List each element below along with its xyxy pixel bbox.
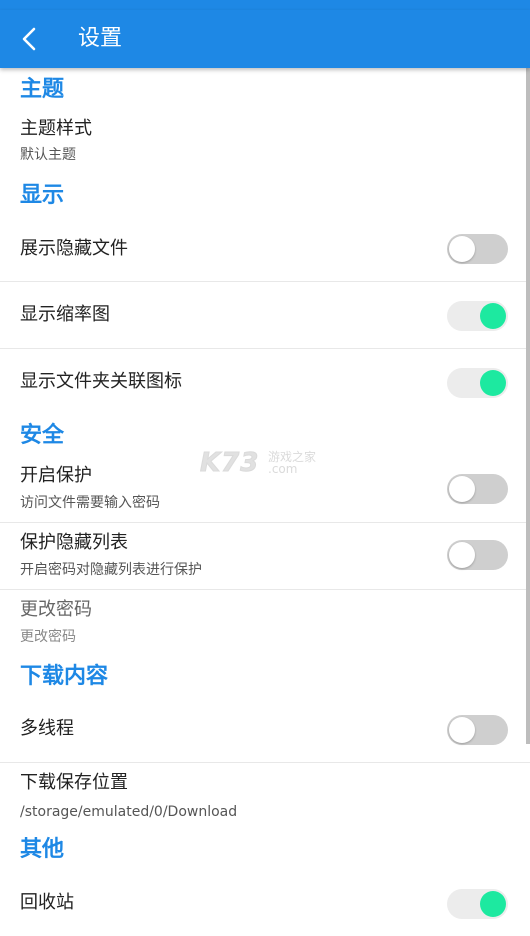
toggle-knob: [449, 236, 475, 262]
folder-icons-label: 显示文件夹关联图标: [20, 371, 182, 392]
protect-hidden-list-label: 保护隐藏列表: [20, 532, 128, 553]
section-title-other: 其他: [20, 837, 65, 862]
change-password-desc: 更改密码: [20, 629, 76, 645]
settings-list: 主题 主题样式 默认主题 显示 展示隐藏文件 显示缩率图 显示文件夹关联图标 安…: [0, 68, 530, 925]
scrollbar[interactable]: [526, 68, 530, 744]
download-location-label: 下载保存位置: [20, 772, 128, 793]
download-location-item[interactable]: 下载保存位置 /storage/emulated/0/Download: [0, 763, 530, 829]
recycle-bin-label: 回收站: [20, 892, 74, 913]
toggle-knob: [449, 476, 475, 502]
change-password-label: 更改密码: [20, 599, 92, 620]
thumbnails-label: 显示缩率图: [20, 304, 110, 325]
protect-hidden-list-desc: 开启密码对隐藏列表进行保护: [20, 562, 202, 578]
toggle-knob: [480, 370, 506, 396]
show-hidden-files-label: 展示隐藏文件: [20, 238, 128, 259]
toggle-knob: [449, 542, 475, 568]
change-password-item[interactable]: 更改密码 更改密码: [0, 590, 530, 656]
watermark-bottom: .com: [268, 462, 298, 476]
show-hidden-files-toggle[interactable]: [447, 234, 508, 264]
status-bar: [0, 0, 530, 10]
app-bar: 设置: [0, 10, 530, 68]
thumbnails-item[interactable]: 显示缩率图: [0, 282, 530, 348]
enable-protection-label: 开启保护: [20, 465, 92, 486]
section-title-theme: 主题: [20, 77, 65, 102]
section-title-download: 下载内容: [20, 664, 109, 689]
back-button[interactable]: [16, 23, 44, 55]
toggle-knob: [449, 717, 475, 743]
show-hidden-files-item[interactable]: 展示隐藏文件: [0, 216, 530, 282]
thumbnails-toggle[interactable]: [447, 301, 508, 331]
recycle-bin-toggle[interactable]: [447, 889, 508, 919]
chevron-left-icon: [22, 27, 36, 51]
enable-protection-toggle[interactable]: [447, 474, 508, 504]
watermark-main: K73: [199, 448, 260, 479]
multithread-toggle[interactable]: [447, 715, 508, 745]
watermark-logo: K73 游戏之家 .com: [199, 448, 330, 479]
protect-hidden-list-item[interactable]: 保护隐藏列表 开启密码对隐藏列表进行保护: [0, 523, 530, 589]
theme-style-item[interactable]: 主题样式 默认主题: [0, 112, 530, 178]
recycle-bin-item[interactable]: 回收站: [0, 870, 530, 936]
multithread-label: 多线程: [20, 718, 74, 739]
download-location-path: /storage/emulated/0/Download: [20, 804, 238, 820]
folder-icons-item[interactable]: 显示文件夹关联图标: [0, 349, 530, 415]
theme-style-label: 主题样式: [20, 118, 92, 139]
toggle-knob: [480, 303, 506, 329]
page-title: 设置: [78, 26, 123, 51]
folder-icons-toggle[interactable]: [447, 368, 508, 398]
toggle-knob: [480, 891, 506, 917]
multithread-item[interactable]: 多线程: [0, 696, 530, 762]
theme-style-value: 默认主题: [20, 147, 76, 163]
protect-hidden-list-toggle[interactable]: [447, 540, 508, 570]
enable-protection-desc: 访问文件需要输入密码: [20, 495, 160, 511]
section-title-security: 安全: [20, 423, 65, 448]
section-title-display: 显示: [20, 183, 65, 208]
